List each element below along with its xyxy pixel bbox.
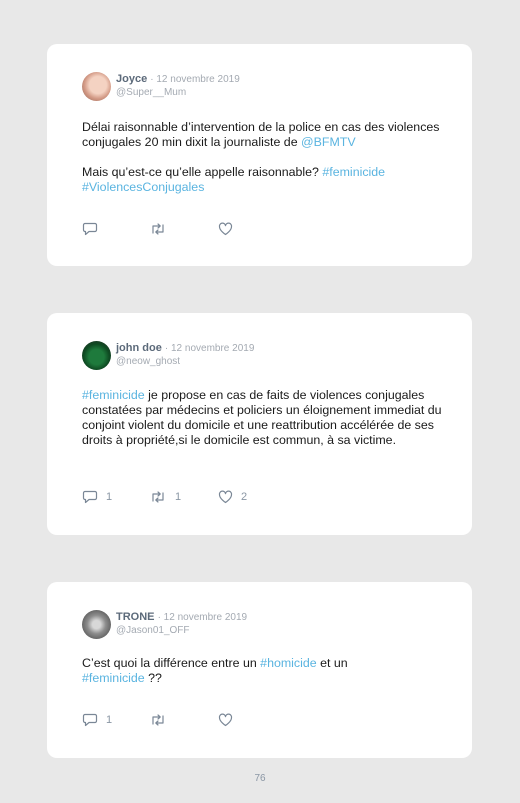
heart-icon [218,490,233,504]
author-name[interactable]: Joyce [116,73,147,85]
tweet-card: Joyce · 12 novembre 2019 @Super__Mum Dél… [47,44,472,266]
reply-button[interactable] [82,222,106,236]
tweet-actions [82,222,382,238]
avatar[interactable] [82,610,111,639]
tweet-header: john doe · 12 novembre 2019 @neow_ghost [82,341,442,371]
tweet-card: TRONE · 12 novembre 2019 @Jason01_OFF C’… [47,582,472,758]
heart-icon [218,222,233,236]
reply-count: 1 [106,714,113,726]
reply-button[interactable]: 1 [82,490,112,504]
hashtag-link[interactable]: #feminicide [82,388,145,402]
author-name[interactable]: TRONE [116,611,155,623]
hashtag-link[interactable]: #feminicide [82,671,145,685]
like-button[interactable]: 2 [218,490,247,504]
author-name[interactable]: john doe [116,342,162,354]
retweet-button[interactable] [149,222,175,236]
retweet-icon [149,713,167,727]
retweet-count: 1 [175,491,182,503]
like-button[interactable] [218,713,241,727]
post-date: · 12 novembre 2019 [150,74,240,85]
author-handle[interactable]: @Jason01_OFF [116,625,190,636]
reply-icon [82,222,98,236]
tweet-text: Délai raisonnable d’intervention de la p… [82,120,440,194]
hashtag-link[interactable]: #feminicide [322,165,385,179]
reply-icon [82,490,98,504]
tweet-text: C’est quoi la différence entre un #homic… [82,656,348,685]
like-count: 2 [241,491,248,503]
reply-icon [82,713,98,727]
avatar[interactable] [82,72,111,101]
retweet-icon [149,222,167,236]
post-date: · 12 novembre 2019 [157,612,248,623]
reply-count: 1 [106,491,113,503]
retweet-button[interactable]: 1 [149,490,181,504]
tweet-card: john doe · 12 novembre 2019 @neow_ghost … [47,313,472,535]
hashtag-link[interactable]: #homicide [260,656,316,670]
author-handle[interactable]: @neow_ghost [116,356,180,367]
tweet-actions: 1 1 2 [82,490,382,506]
tweet-header: TRONE · 12 novembre 2019 @Jason01_OFF [82,610,442,640]
tweet-header: Joyce · 12 novembre 2019 @Super__Mum [82,72,442,102]
mention-link[interactable]: @BFMTV [301,135,356,149]
page-number: 76 [254,773,266,784]
reply-button[interactable]: 1 [82,713,112,727]
tweet-text: #feminicide je propose en cas de faits d… [82,388,442,447]
tweet-actions: 1 [82,713,382,729]
post-date: · 12 novembre 2019 [164,343,255,354]
author-handle[interactable]: @Super__Mum [116,87,186,98]
retweet-icon [149,490,167,504]
retweet-button[interactable] [149,713,175,727]
avatar[interactable] [82,341,111,370]
like-button[interactable] [218,222,241,236]
hashtag-link[interactable]: #ViolencesConjugales [82,180,204,194]
heart-icon [218,713,233,727]
